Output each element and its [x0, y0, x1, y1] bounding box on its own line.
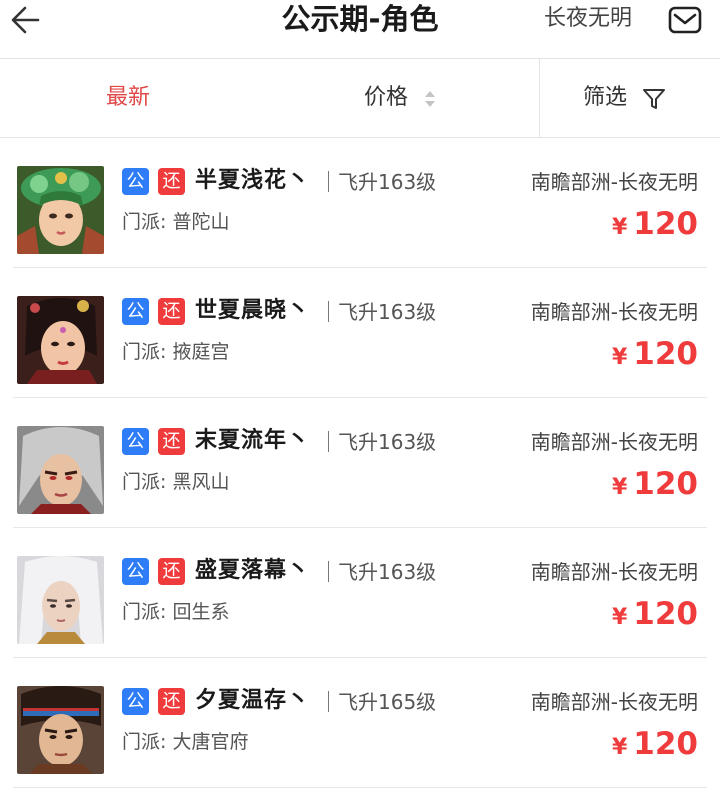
list-item[interactable]: 公 还 夕夏温存丶 飞升165级 南瞻部洲-长夜无明 门派: 大唐官府 ¥120 — [0, 658, 720, 788]
public-badge: 公 — [122, 688, 149, 715]
return-badge: 还 — [158, 428, 185, 455]
tab-filter[interactable]: 筛选 — [583, 83, 627, 113]
role-region: 南瞻部洲-长夜无明 — [530, 170, 698, 194]
currency-symbol: ¥ — [611, 475, 628, 500]
avatar — [17, 686, 104, 774]
public-badge: 公 — [122, 428, 149, 455]
list-item[interactable]: 公 还 世夏晨晓丶 飞升163级 南瞻部洲-长夜无明 门派: 掖庭宫 ¥120 — [0, 268, 720, 398]
role-price: ¥120 — [612, 594, 698, 639]
public-badge: 公 — [122, 298, 149, 325]
role-level: 飞升163级 — [338, 560, 437, 584]
role-price: ¥120 — [612, 204, 698, 249]
role-region: 南瞻部洲-长夜无明 — [530, 300, 698, 324]
sort-arrows-icon[interactable] — [424, 89, 436, 109]
role-name: 夕夏温存丶 — [195, 688, 311, 713]
role-list: 公 还 半夏浅花丶 飞升163级 南瞻部洲-长夜无明 门派: 普陀山 ¥120 — [0, 138, 720, 788]
name-separator — [328, 171, 329, 192]
avatar — [17, 296, 104, 384]
role-name: 半夏浅花丶 — [195, 168, 311, 193]
return-badge: 还 — [158, 688, 185, 715]
return-badge: 还 — [158, 298, 185, 325]
price-amount: 120 — [633, 336, 698, 372]
list-item[interactable]: 公 还 半夏浅花丶 飞升163级 南瞻部洲-长夜无明 门派: 普陀山 ¥120 — [0, 138, 720, 268]
role-school: 门派: 黑风山 — [122, 471, 230, 493]
avatar — [17, 166, 104, 254]
public-badge: 公 — [122, 558, 149, 585]
role-school: 门派: 普陀山 — [122, 211, 230, 233]
currency-symbol: ¥ — [611, 345, 628, 370]
currency-symbol: ¥ — [611, 735, 628, 760]
item-divider — [13, 787, 707, 788]
tab-price[interactable]: 价格 — [364, 83, 408, 113]
avatar — [17, 556, 104, 644]
role-region: 南瞻部洲-长夜无明 — [530, 560, 698, 584]
sortbar-divider — [539, 59, 540, 137]
role-name: 盛夏落幕丶 — [195, 558, 311, 583]
role-school: 门派: 回生系 — [122, 601, 230, 623]
price-amount: 120 — [633, 726, 698, 762]
mail-icon[interactable] — [668, 6, 702, 34]
price-amount: 120 — [633, 466, 698, 502]
role-school: 门派: 掖庭宫 — [122, 341, 230, 363]
name-separator — [328, 691, 329, 712]
name-separator — [328, 431, 329, 452]
role-level: 飞升165级 — [338, 690, 437, 714]
list-item[interactable]: 公 还 末夏流年丶 飞升163级 南瞻部洲-长夜无明 门派: 黑风山 ¥120 — [0, 398, 720, 528]
role-price: ¥120 — [612, 334, 698, 379]
role-name: 末夏流年丶 — [195, 428, 311, 453]
tab-latest[interactable]: 最新 — [106, 83, 150, 113]
price-amount: 120 — [633, 206, 698, 242]
list-item[interactable]: 公 还 盛夏落幕丶 飞升163级 南瞻部洲-长夜无明 门派: 回生系 ¥120 — [0, 528, 720, 658]
public-badge: 公 — [122, 168, 149, 195]
role-region: 南瞻部洲-长夜无明 — [530, 430, 698, 454]
return-badge: 还 — [158, 168, 185, 195]
role-region: 南瞻部洲-长夜无明 — [530, 690, 698, 714]
role-price: ¥120 — [612, 464, 698, 509]
role-school: 门派: 大唐官府 — [122, 731, 249, 753]
role-level: 飞升163级 — [338, 300, 437, 324]
role-name: 世夏晨晓丶 — [195, 298, 311, 323]
top-bar: 公示期-角色 长夜无明 — [0, 0, 720, 58]
name-separator — [328, 561, 329, 582]
name-separator — [328, 301, 329, 322]
role-level: 飞升163级 — [338, 170, 437, 194]
avatar — [17, 426, 104, 514]
return-badge: 还 — [158, 558, 185, 585]
price-amount: 120 — [633, 596, 698, 632]
role-level: 飞升163级 — [338, 430, 437, 454]
filter-icon[interactable] — [642, 87, 666, 111]
currency-symbol: ¥ — [611, 215, 628, 240]
currency-symbol: ¥ — [611, 605, 628, 630]
sort-bar: 最新 价格 筛选 — [0, 59, 720, 137]
server-selector[interactable]: 长夜无明 — [544, 4, 632, 34]
role-price: ¥120 — [612, 724, 698, 769]
